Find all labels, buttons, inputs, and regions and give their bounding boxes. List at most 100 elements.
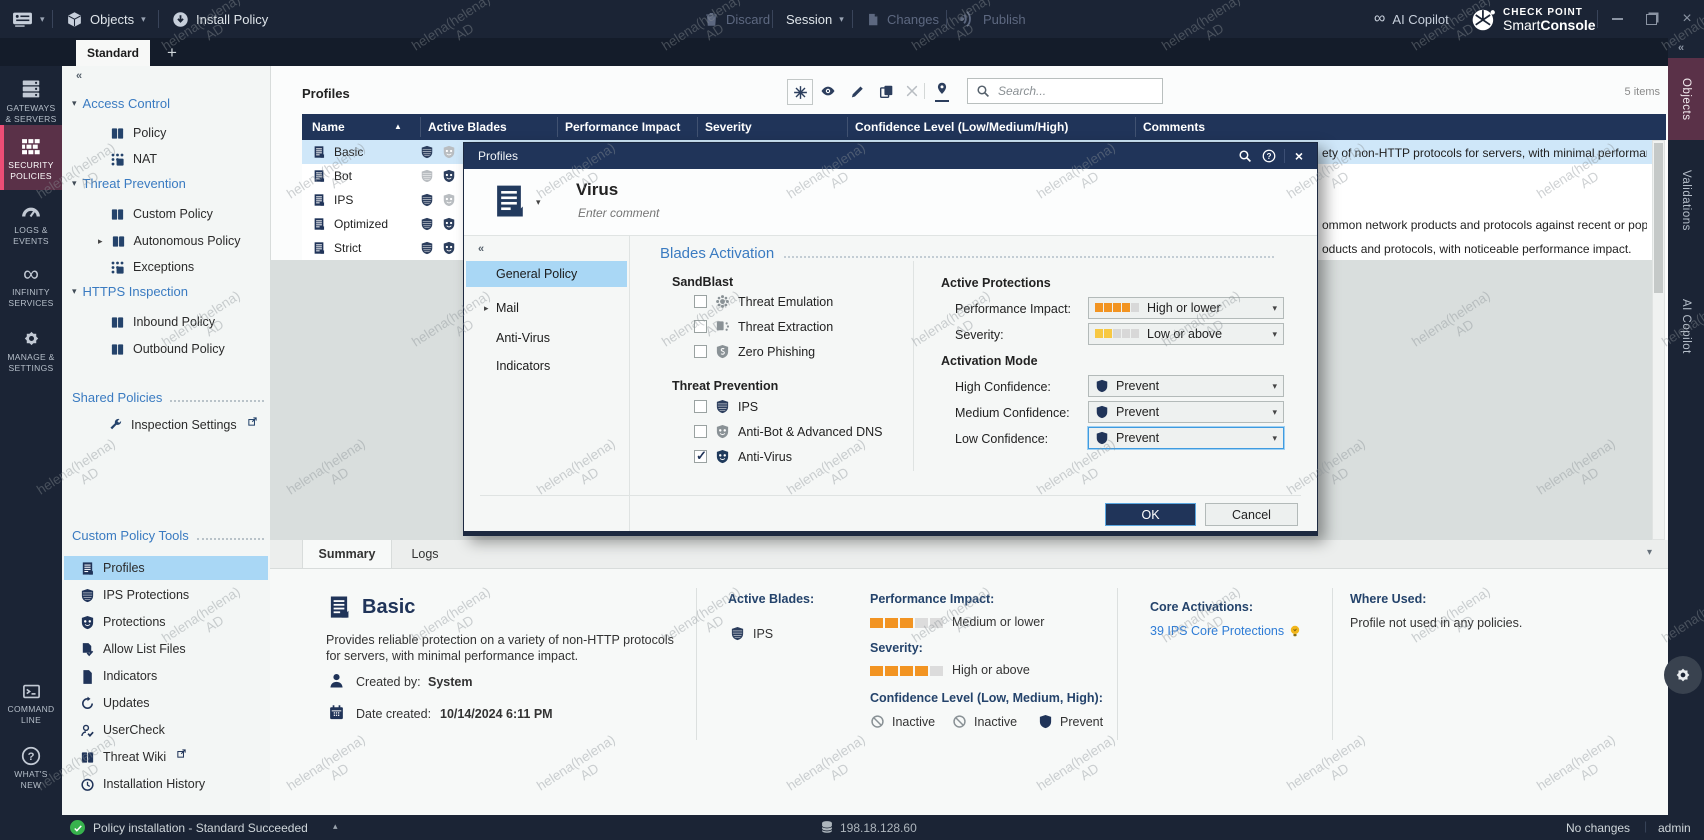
dialog-nav-general-policy[interactable]: General Policy <box>466 261 627 287</box>
install-policy-button[interactable]: Install Policy <box>172 0 268 38</box>
collapse-summary-icon[interactable]: ▾ <box>1647 547 1652 558</box>
caret-down-icon[interactable]: ▾ <box>536 197 541 208</box>
tab-standard[interactable]: Standard <box>76 40 150 66</box>
tool-item-indicators[interactable]: Indicators <box>64 664 268 688</box>
scrollbar-thumb[interactable] <box>1654 143 1663 293</box>
tool-item-threat-wiki[interactable]: Threat Wiki <box>64 745 268 769</box>
collapse-panel-icon[interactable]: « <box>76 70 82 82</box>
view-button[interactable] <box>816 79 840 103</box>
blade-anti-bot[interactable]: Anti-Bot & Advanced DNS <box>694 424 883 439</box>
vertical-scrollbar[interactable] <box>1652 140 1665 540</box>
discard-button[interactable]: Discard <box>704 0 770 38</box>
nav-item-autonomous-policy[interactable]: ▸Autonomous Policy <box>98 230 241 252</box>
logged-in-user[interactable]: admin <box>1658 821 1691 835</box>
dialog-nav-indicators[interactable]: Indicators <box>466 353 627 379</box>
core-activations-link[interactable]: 39 IPS Core Protections <box>1150 624 1284 638</box>
ok-button[interactable]: OK <box>1105 503 1196 526</box>
rail-infinity-services[interactable]: ∞ INFINITYSERVICES <box>0 256 62 317</box>
collapse-rail-icon[interactable]: « <box>1678 42 1684 54</box>
cancel-button[interactable]: Cancel <box>1205 503 1298 526</box>
nav-item-inspection-settings[interactable]: Inspection Settings <box>100 414 257 436</box>
checkbox[interactable] <box>694 345 707 358</box>
rail-manage-settings[interactable]: MANAGE &SETTINGS <box>0 320 62 382</box>
rail-logs-events[interactable]: LOGS &EVENTS <box>0 194 62 255</box>
restore-button[interactable] <box>1636 0 1666 38</box>
dialog-help-button[interactable] <box>1259 147 1279 165</box>
rail-tab-validations[interactable]: Validations <box>1668 142 1704 258</box>
edit-button[interactable] <box>845 79 869 103</box>
tool-item-profiles[interactable]: Profiles <box>64 556 268 580</box>
checkbox[interactable] <box>694 400 707 413</box>
tab-summary[interactable]: Summary <box>302 540 392 568</box>
tool-item-usercheck[interactable]: UserCheck <box>64 718 268 742</box>
rail-whats-new[interactable]: WHAT'SNEW <box>0 738 62 799</box>
expander-icon[interactable]: ▸ <box>98 236 103 247</box>
nav-item-inbound-policy[interactable]: Inbound Policy <box>110 311 215 333</box>
where-used-button[interactable] <box>930 79 954 103</box>
nav-item-outbound-policy[interactable]: Outbound Policy <box>110 338 225 360</box>
medium-confidence-dropdown[interactable]: Prevent ▾ <box>1088 401 1284 423</box>
tool-item-allow-list-files[interactable]: Allow List Files <box>64 637 268 661</box>
section-https-inspection[interactable]: ▾HTTPS Inspection <box>72 284 188 299</box>
rail-tab-objects[interactable]: Objects <box>1668 58 1704 140</box>
status-message[interactable]: Policy installation - Standard Succeeded <box>93 821 308 835</box>
checkbox[interactable] <box>694 320 707 333</box>
low-confidence-dropdown[interactable]: Prevent ▾ <box>1088 427 1284 449</box>
nav-item-custom-policy[interactable]: Custom Policy <box>110 203 213 225</box>
section-threat-prevention[interactable]: ▾Threat Prevention <box>72 176 186 191</box>
dialog-nav-anti-virus[interactable]: Anti-Virus <box>466 325 627 351</box>
caret-up-icon[interactable]: ▴ <box>333 821 338 832</box>
nav-item-nat[interactable]: NAT <box>110 148 157 170</box>
expander-icon[interactable]: ▸ <box>484 303 489 314</box>
blade-zero-phishing[interactable]: Zero Phishing <box>694 344 815 359</box>
publish-button[interactable]: Publish <box>960 0 1026 38</box>
section-access-control[interactable]: ▾Access Control <box>72 96 170 111</box>
blade-ips[interactable]: IPS <box>694 399 758 414</box>
col-active-blades[interactable]: Active Blades <box>428 120 507 134</box>
changes-button[interactable]: Changes <box>866 0 939 38</box>
nav-item-policy[interactable]: Policy <box>110 122 166 144</box>
col-severity[interactable]: Severity <box>705 120 752 134</box>
close-button[interactable]: × <box>1672 0 1702 38</box>
rail-security-policies[interactable]: SECURITYPOLICIES <box>0 125 62 190</box>
clone-button[interactable] <box>874 79 898 103</box>
blade-threat-emulation[interactable]: Threat Emulation <box>694 294 833 309</box>
minimize-button[interactable] <box>1602 0 1632 38</box>
col-name[interactable]: Name <box>312 120 345 134</box>
tool-item-ips-protections[interactable]: IPS Protections <box>64 583 268 607</box>
blade-threat-extraction[interactable]: Threat Extraction <box>694 319 833 334</box>
tool-item-updates[interactable]: Updates <box>64 691 268 715</box>
blade-anti-virus[interactable]: Anti-Virus <box>694 449 792 464</box>
performance-impact-dropdown[interactable]: High or lower ▾ <box>1088 297 1284 319</box>
ai-copilot-button[interactable]: ∞ AI Copilot <box>1374 0 1449 38</box>
col-confidence[interactable]: Confidence Level (Low/Medium/High) <box>855 120 1068 134</box>
rail-tab-ai-copilot[interactable]: AI Copilot <box>1668 270 1704 382</box>
nav-item-exceptions[interactable]: Exceptions <box>110 256 194 278</box>
dialog-search-button[interactable] <box>1235 147 1255 165</box>
objects-menu-button[interactable]: Objects ▾ <box>66 0 146 38</box>
tool-item-installation-history[interactable]: Installation History <box>64 772 268 796</box>
severity-dropdown[interactable]: Low or above ▾ <box>1088 323 1284 345</box>
changes-status[interactable]: No changes <box>1566 821 1630 835</box>
checkbox-checked[interactable] <box>694 450 707 463</box>
rail-command-line[interactable]: COMMANDLINE <box>0 674 62 734</box>
collapse-dialog-nav-icon[interactable]: « <box>478 243 484 255</box>
settings-fab[interactable] <box>1664 656 1702 694</box>
new-profile-button[interactable] <box>787 79 813 105</box>
checkbox[interactable] <box>694 295 707 308</box>
delete-button[interactable] <box>900 79 924 103</box>
tool-item-protections[interactable]: Protections <box>64 610 268 634</box>
dialog-nav-mail[interactable]: ▸Mail <box>466 295 627 321</box>
comment-input[interactable] <box>576 205 880 221</box>
tab-logs[interactable]: Logs <box>390 540 460 568</box>
main-menu-button[interactable]: ▾ <box>12 0 45 38</box>
rail-gateways-servers[interactable]: GATEWAYS& SERVERS <box>0 70 62 131</box>
search-input[interactable] <box>996 83 1150 99</box>
checkbox[interactable] <box>694 425 707 438</box>
dialog-title-bar[interactable]: Profiles × <box>464 143 1317 169</box>
col-comments[interactable]: Comments <box>1143 120 1205 134</box>
dialog-close-button[interactable]: × <box>1289 147 1309 165</box>
session-menu-button[interactable]: Session ▾ <box>786 0 844 38</box>
col-performance[interactable]: Performance Impact <box>565 120 680 134</box>
add-tab-button[interactable]: + <box>160 40 184 66</box>
